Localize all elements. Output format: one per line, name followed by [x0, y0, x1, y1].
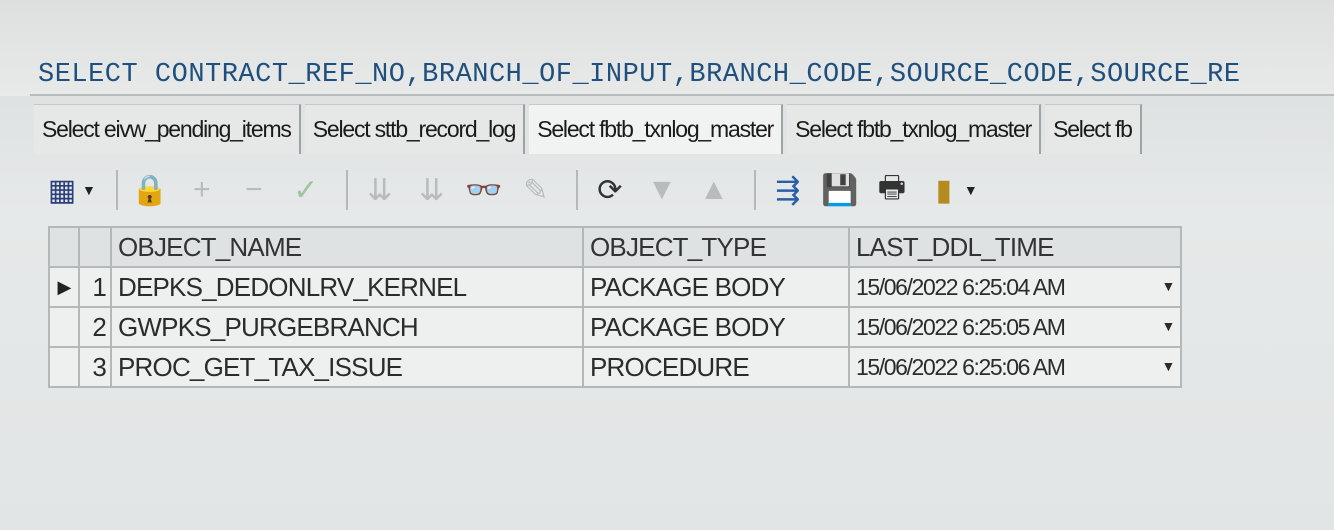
row-number: 1 [78, 266, 112, 308]
cell-object-type[interactable]: PACKAGE BODY [582, 306, 850, 348]
sort-desc-icon[interactable]: ▼ [640, 168, 684, 212]
toolbar-divider [575, 170, 578, 210]
tab-fb-truncated[interactable]: Select fb [1045, 104, 1142, 154]
export-icon[interactable]: ⇶ [766, 168, 810, 212]
edit-icon[interactable]: ✎ [514, 168, 558, 212]
cell-object-type[interactable]: PACKAGE BODY [582, 266, 850, 308]
filter-icon[interactable]: ⇊ [358, 168, 402, 212]
cell-last-ddl-time-value: 15/06/2022 6:25:04 AM [856, 273, 1066, 300]
toolbar-divider [753, 170, 756, 210]
chevron-down-icon[interactable]: ▼ [82, 182, 96, 198]
add-record-icon[interactable]: + [180, 168, 224, 212]
sort-asc-icon[interactable]: ▲ [692, 168, 736, 212]
cell-object-name[interactable]: PROC_GET_TAX_ISSUE [110, 346, 584, 388]
cell-object-type[interactable]: PROCEDURE [582, 346, 850, 388]
toolbar-divider [115, 170, 118, 210]
grid-view-icon[interactable]: ▦ [40, 168, 84, 212]
clear-filter-icon[interactable]: ⇊ [410, 168, 454, 212]
refresh-icon[interactable]: ⟳ [588, 168, 632, 212]
dropdown-arrow-icon[interactable]: ▼ [1162, 358, 1176, 374]
chevron-down-icon[interactable]: ▼ [964, 182, 978, 198]
post-edit-icon[interactable]: ✓ [284, 168, 328, 212]
tab-fbtb-txnlog-master[interactable]: Select fbtb_txnlog_master [529, 104, 784, 154]
grid-toolbar: ▦ ▼ 🔒 + − ✓ ⇊ ⇊ 👓 ✎ ⟳ ▼ ▲ ⇶ 💾 🖶 ▮ ▼ [40, 160, 1330, 220]
cell-last-ddl-time-value: 15/06/2022 6:25:05 AM [856, 313, 1066, 340]
sql-editor[interactable]: SELECT CONTRACT_REF_NO,BRANCH_OF_INPUT,B… [0, 0, 1334, 96]
sql-client-window: SELECT CONTRACT_REF_NO,BRANCH_OF_INPUT,B… [0, 0, 1334, 530]
delete-record-icon[interactable]: − [232, 168, 276, 212]
dropdown-arrow-icon[interactable]: ▼ [1162, 278, 1176, 294]
chart-icon[interactable]: ▮ [922, 168, 966, 212]
grid-header-row: OBJECT_NAME OBJECT_TYPE LAST_DDL_TIME [48, 226, 1182, 268]
column-header-object-name[interactable]: OBJECT_NAME [110, 226, 584, 268]
toolbar-divider [345, 170, 348, 210]
row-indicator-header [48, 226, 80, 268]
row-indicator [48, 346, 80, 388]
row-indicator [48, 306, 80, 348]
cell-object-name[interactable]: DEPKS_DEDONLRV_KERNEL [110, 266, 584, 308]
cell-last-ddl-time-value: 15/06/2022 6:25:06 AM [856, 353, 1066, 380]
cell-last-ddl-time[interactable]: 15/06/2022 6:25:05 AM ▼ [848, 306, 1182, 348]
dropdown-arrow-icon[interactable]: ▼ [1162, 318, 1176, 334]
save-icon[interactable]: 💾 [818, 168, 862, 212]
results-grid: OBJECT_NAME OBJECT_TYPE LAST_DDL_TIME ▶ … [48, 226, 1182, 388]
print-icon[interactable]: 🖶 [870, 168, 914, 212]
row-number: 2 [78, 306, 112, 348]
table-row[interactable]: ▶ 1 DEPKS_DEDONLRV_KERNEL PACKAGE BODY 1… [48, 266, 1182, 308]
lock-icon[interactable]: 🔒 [128, 168, 172, 212]
tab-fbtb-txnlog-master-2[interactable]: Select fbtb_txnlog_master [787, 104, 1042, 154]
row-number-header [78, 226, 112, 268]
cell-last-ddl-time[interactable]: 15/06/2022 6:25:04 AM ▼ [848, 266, 1182, 308]
find-icon[interactable]: 👓 [462, 168, 506, 212]
tab-sttb-record-log[interactable]: Select sttb_record_log [304, 104, 526, 154]
cell-last-ddl-time[interactable]: 15/06/2022 6:25:06 AM ▼ [848, 346, 1182, 388]
cell-object-name[interactable]: GWPKS_PURGEBRANCH [110, 306, 584, 348]
result-tabs: Select eivw_pending_items Select sttb_re… [34, 104, 1334, 154]
editor-divider [30, 94, 1334, 96]
table-row[interactable]: 3 PROC_GET_TAX_ISSUE PROCEDURE 15/06/202… [48, 346, 1182, 388]
table-row[interactable]: 2 GWPKS_PURGEBRANCH PACKAGE BODY 15/06/2… [48, 306, 1182, 348]
sql-query-text[interactable]: SELECT CONTRACT_REF_NO,BRANCH_OF_INPUT,B… [38, 60, 1241, 90]
tab-eivw-pending-items[interactable]: Select eivw_pending_items [34, 104, 301, 154]
column-header-last-ddl-time[interactable]: LAST_DDL_TIME [848, 226, 1182, 268]
column-header-object-type[interactable]: OBJECT_TYPE [582, 226, 850, 268]
row-number: 3 [78, 346, 112, 388]
current-row-indicator: ▶ [48, 266, 80, 308]
